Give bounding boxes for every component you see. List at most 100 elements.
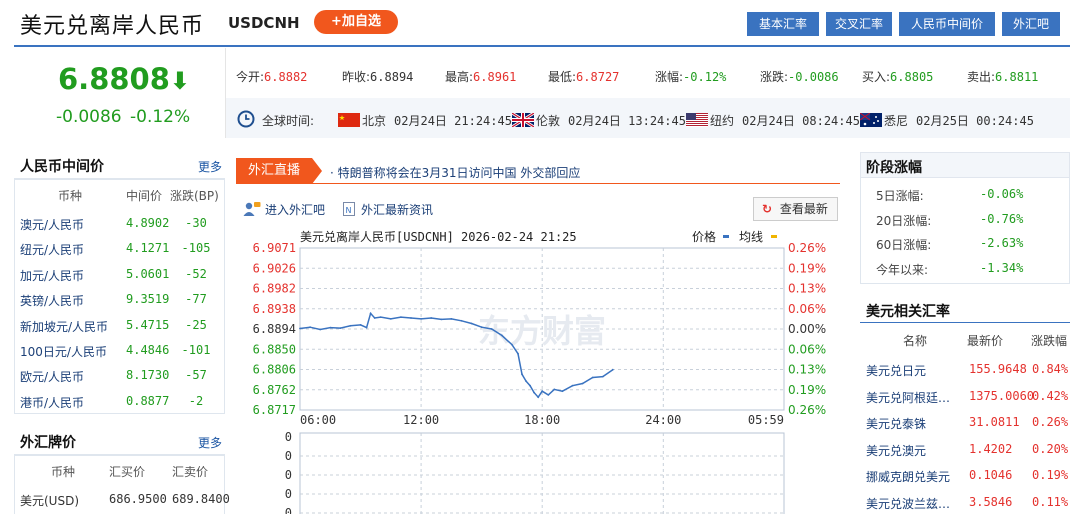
y-pct-label: 0.00% — [788, 322, 826, 336]
enter-forum-link[interactable]: 进入外汇吧 — [265, 201, 325, 218]
period-label: 今年以来: — [876, 262, 929, 277]
legend-avg-label: 均线 — [739, 230, 763, 244]
world-time-cn: 北京 02月24日 21:24:45 — [338, 112, 512, 129]
refresh-latest-button[interactable]: ↻ 查看最新 — [753, 197, 838, 221]
rmb-mid-currency-link[interactable]: 欧元/人民币 — [20, 368, 84, 385]
rmb-mid-price: 0.8877 — [126, 393, 170, 408]
stat-6: 买入:6.8805 — [862, 68, 933, 85]
world-time-label: 全球时间: — [262, 114, 315, 128]
volume-tick-label: 0 — [285, 430, 292, 444]
city-time: 02月25日 00:24:45 — [916, 114, 1034, 128]
rmb-mid-change: -30 — [185, 216, 207, 230]
stat-value: 6.8727 — [576, 70, 620, 84]
stat-value: 6.8805 — [890, 70, 934, 84]
price-point — [319, 328, 322, 331]
stat-value: -0.0086 — [788, 70, 839, 84]
price-point — [571, 384, 574, 387]
price-point — [470, 322, 473, 325]
price-point — [410, 317, 412, 319]
live-divider — [236, 183, 840, 184]
nav-fx-forum-button[interactable]: 外汇吧 — [1002, 12, 1060, 36]
nav-basic-rates-button[interactable]: 基本汇率 — [747, 12, 819, 36]
rmb-mid-header: 币种 — [58, 189, 83, 203]
price-chart[interactable]: 6.9071 0.26% 6.9026 0.19% 6.8982 0.13% 6.8938 0… — [236, 225, 840, 514]
stat-label: 昨收: — [342, 70, 371, 84]
y-pct-label: 0.19% — [788, 261, 826, 275]
price-point — [430, 317, 433, 319]
stat-label: 涨跌: — [760, 70, 789, 84]
period-label: 60日涨幅: — [876, 238, 932, 252]
price-point — [547, 394, 550, 396]
y-tick-label: 6.8894 — [253, 322, 296, 336]
y-pct-label: 0.26% — [788, 241, 826, 255]
related-name-link[interactable]: 美元兑阿根廷… — [866, 389, 950, 406]
price-point — [359, 324, 362, 326]
fx-news-link[interactable]: 外汇最新资讯 — [361, 201, 433, 218]
live-tab[interactable]: 外汇直播 — [236, 158, 312, 184]
related-title: 美元相关汇率 — [866, 304, 950, 320]
legend-price-swatch — [723, 235, 729, 238]
live-headline-link[interactable]: · 特朗普称将会在3月31日访问中国 外交部回应 — [330, 164, 580, 181]
city-name: 悉尼 — [884, 114, 909, 128]
price-point — [537, 396, 540, 399]
y-tick-label: 6.8717 — [253, 403, 296, 417]
rmb-mid-currency-link[interactable]: 纽元/人民币 — [20, 241, 84, 258]
price-change: -0.0086 — [56, 107, 122, 127]
price-point — [450, 318, 453, 320]
price-point — [591, 376, 594, 379]
legend-avg-swatch — [771, 235, 777, 238]
price-point — [611, 368, 614, 371]
rmb-mid-currency-link[interactable]: 英镑/人民币 — [20, 292, 84, 309]
nav-cross-rates-button[interactable]: 交叉汇率 — [826, 12, 892, 36]
rmb-mid-price: 4.1271 — [126, 241, 170, 256]
world-time-au: 悉尼 02月25日 00:24:45 — [859, 112, 1034, 129]
related-name-link[interactable]: 美元兑波兰兹… — [866, 495, 950, 512]
x-tick-label: 24:00 — [645, 413, 681, 427]
related-name-link[interactable]: 美元兑日元 — [866, 362, 926, 379]
stat-value: 6.8811 — [995, 70, 1039, 84]
price-point — [521, 373, 523, 376]
rmb-mid-currency-link[interactable]: 港币/人民币 — [20, 394, 84, 411]
world-time-us: 纽约 02月24日 08:24:45 — [686, 112, 860, 129]
refresh-icon: ↻ — [762, 202, 773, 216]
related-price: 0.1046 — [969, 468, 1013, 482]
nav-rmb-mid-button[interactable]: 人民币中间价 — [899, 12, 995, 36]
related-price: 1375.0060 — [969, 388, 1035, 403]
price-point — [400, 316, 402, 318]
stat-1: 昨收:6.8894 — [342, 68, 413, 85]
price-point — [460, 319, 463, 322]
period-value: -2.63% — [980, 236, 1024, 250]
related-name-link[interactable]: 美元兑泰铢 — [866, 415, 926, 432]
rmb-mid-more-link[interactable]: 更多 — [198, 158, 222, 175]
period-label: 20日涨幅: — [876, 213, 932, 228]
fx-board-header: 汇买价 — [109, 465, 146, 479]
y-pct-label: 0.06% — [788, 342, 826, 356]
add-watchlist-button[interactable]: +加自选 — [314, 10, 398, 34]
city-time: 02月24日 21:24:45 — [394, 114, 512, 128]
price-point — [480, 326, 483, 329]
rmb-mid-change: -57 — [185, 368, 207, 383]
y-tick-label: 6.8806 — [253, 363, 296, 377]
price-point — [561, 390, 564, 393]
price-point — [511, 343, 513, 346]
related-price: 155.9648 — [969, 362, 1027, 376]
period-value: -1.34% — [980, 260, 1024, 275]
price-point — [440, 318, 443, 321]
rmb-mid-currency-link[interactable]: 澳元/人民币 — [20, 216, 84, 233]
rmb-mid-change: -25 — [185, 317, 207, 332]
related-name-link[interactable]: 挪威克朗兑美元 — [866, 468, 950, 485]
fx-board-more-link[interactable]: 更多 — [198, 434, 222, 451]
rmb-mid-change: -77 — [185, 292, 207, 307]
price-point — [581, 382, 584, 385]
price-point — [299, 327, 301, 330]
uk-flag-icon — [511, 111, 535, 129]
related-name-link[interactable]: 美元兑澳元 — [866, 442, 926, 459]
svg-text:N: N — [346, 206, 352, 215]
y-tick-label: 6.9071 — [253, 241, 296, 255]
volume-tick-label: 0 — [285, 506, 292, 514]
rmb-mid-currency-link[interactable]: 100日元/人民币 — [20, 343, 107, 360]
rmb-mid-currency-link[interactable]: 加元/人民币 — [20, 267, 84, 284]
stat-label: 买入: — [862, 70, 891, 84]
rmb-mid-currency-link[interactable]: 新加坡元/人民币 — [20, 318, 108, 335]
news-doc-icon: N — [343, 202, 355, 219]
